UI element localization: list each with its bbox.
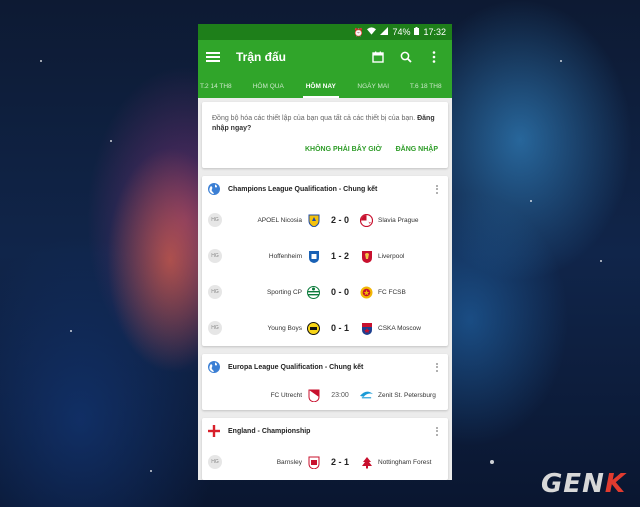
home-team: Hoffenheim [268, 252, 302, 260]
alarm-icon: ⏰ [353, 27, 364, 37]
phone-screen: ⏰ 74% 17:32 Trận đấu T.2 14 TH8 HÔM QUA … [198, 24, 452, 480]
match-row[interactable]: HG APOEL Nicosia 2 - 0 Slavia Prague [202, 202, 448, 238]
tab-tomorrow[interactable]: NGÀY MAI [347, 74, 400, 98]
match-row[interactable]: HG Hoffenheim 1 - 2 Liverpool [202, 238, 448, 274]
more-vert-icon[interactable] [424, 47, 444, 67]
away-team: Slavia Prague [378, 216, 419, 224]
liverpool-crest-icon [360, 250, 373, 263]
competition-card: Champions League Qualification - Chung k… [202, 176, 448, 346]
sync-actions: KHÔNG PHẢI BÂY GIỜ ĐĂNG NHẬP [212, 146, 438, 153]
clock: 17:32 [423, 27, 446, 37]
date-tabs: T.2 14 TH8 HÔM QUA HÔM NAY NGÀY MAI T.6 … [198, 74, 452, 98]
menu-icon[interactable] [206, 52, 220, 62]
star [40, 60, 42, 62]
cska-crest-icon [360, 322, 373, 335]
match-status-badge: HG [208, 321, 222, 335]
wifi-icon [367, 27, 377, 37]
home-team: Young Boys [267, 324, 302, 332]
match-status-badge: HG [208, 455, 222, 469]
competition-name: Europa League Qualification - Chung kết [228, 363, 364, 371]
match-score: 2 - 0 [330, 215, 349, 225]
competition-card: Europa League Qualification - Chung kết … [202, 354, 448, 410]
star [600, 260, 602, 262]
away-team: CSKA Moscow [378, 324, 421, 332]
globe-icon [208, 361, 220, 373]
match-score: 0 - 1 [330, 323, 349, 333]
match-row[interactable]: HG Sporting CP 0 - 0 FC FCSB [202, 274, 448, 310]
competition-card: England - Championship HG Barnsley 2 - 1… [202, 418, 448, 480]
nottingham-forest-crest-icon [360, 456, 373, 469]
tab-today[interactable]: HÔM NAY [295, 74, 348, 98]
star [150, 470, 152, 472]
star [110, 140, 112, 142]
home-team: APOEL Nicosia [257, 216, 302, 224]
match-score: 2 - 1 [330, 457, 349, 467]
match-list: Đồng bộ hóa các thiết lập của bạn qua tấ… [198, 98, 452, 480]
app-bar: Trận đấu [198, 40, 452, 74]
more-vert-icon[interactable] [432, 426, 442, 436]
more-vert-icon[interactable] [432, 184, 442, 194]
calendar-icon[interactable] [368, 47, 388, 67]
competition-header[interactable]: Champions League Qualification - Chung k… [202, 176, 448, 202]
match-score: 0 - 0 [330, 287, 349, 297]
tab-yesterday[interactable]: HÔM QUA [242, 74, 295, 98]
match-status-badge: HG [208, 285, 222, 299]
hoffenheim-crest-icon [307, 250, 320, 263]
kickoff-time: 23:00 [331, 391, 349, 399]
star [490, 460, 494, 464]
young-boys-crest-icon [307, 321, 320, 335]
match-status-badge: HG [208, 213, 222, 227]
competition-name: Champions League Qualification - Chung k… [228, 185, 378, 193]
utrecht-crest-icon [307, 389, 320, 402]
match-row[interactable]: HG Young Boys 0 - 1 CSKA Moscow [202, 310, 448, 346]
match-score: 1 - 2 [330, 251, 349, 261]
sporting-crest-icon [307, 285, 320, 299]
slavia-crest-icon [360, 213, 373, 227]
signal-icon [380, 27, 389, 37]
not-now-button[interactable]: KHÔNG PHẢI BÂY GIỜ [305, 146, 382, 153]
sync-card: Đồng bộ hóa các thiết lập của bạn qua tấ… [202, 102, 448, 168]
more-vert-icon[interactable] [432, 362, 442, 372]
away-team: Zenit St. Petersburg [378, 391, 436, 399]
fcsb-crest-icon [360, 286, 373, 299]
competition-name: England - Championship [228, 427, 311, 435]
star [530, 200, 532, 202]
sign-in-button[interactable]: ĐĂNG NHẬP [396, 146, 438, 153]
away-team: FC FCSB [378, 288, 406, 296]
competition-header[interactable]: Europa League Qualification - Chung kết [202, 354, 448, 380]
away-team: Nottingham Forest [378, 458, 432, 466]
page-title: Trận đấu [236, 50, 287, 64]
tab-day-5[interactable]: T.6 18 TH8 [400, 74, 453, 98]
sync-message: Đồng bộ hóa các thiết lập của bạn qua tấ… [212, 115, 435, 132]
battery-icon [414, 27, 420, 37]
home-team: FC Utrecht [270, 391, 302, 399]
globe-icon [208, 183, 220, 195]
barnsley-crest-icon [307, 456, 320, 469]
away-team: Liverpool [378, 252, 405, 260]
battery-level: 74% [392, 27, 411, 37]
apoel-crest-icon [307, 214, 320, 227]
home-team: Sporting CP [266, 288, 302, 296]
home-team: Barnsley [276, 458, 302, 466]
england-flag-icon [208, 425, 220, 437]
tab-day-1[interactable]: T.2 14 TH8 [198, 74, 242, 98]
status-bar: ⏰ 74% 17:32 [198, 24, 452, 40]
match-status-badge: HG [208, 249, 222, 263]
match-row[interactable]: HG Barnsley 2 - 1 Nottingham Forest [202, 444, 448, 480]
star [70, 330, 72, 332]
match-row[interactable]: FC Utrecht 23:00 Zenit St. Petersburg [202, 380, 448, 410]
watermark-logo: GENK [540, 469, 626, 499]
search-icon[interactable] [396, 47, 416, 67]
star [560, 60, 562, 62]
zenit-crest-icon [360, 389, 373, 402]
competition-header[interactable]: England - Championship [202, 418, 448, 444]
